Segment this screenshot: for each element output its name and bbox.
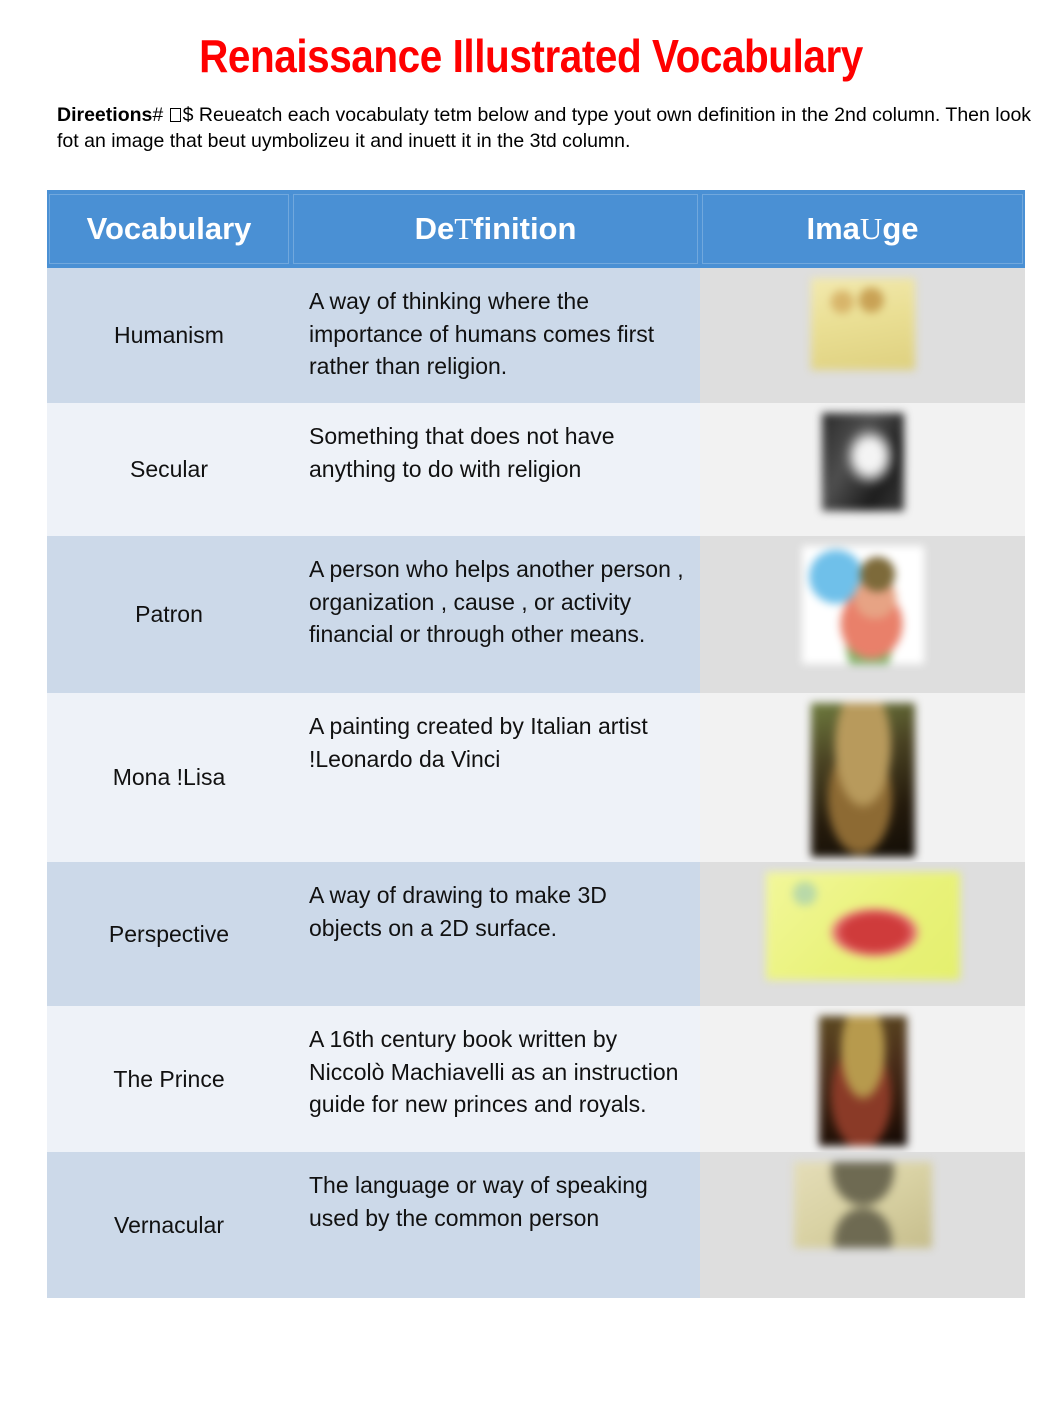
cell-image[interactable] — [700, 536, 1025, 693]
header-definition-serif-glyph: T — [454, 211, 474, 246]
cell-definition[interactable]: A person who helps another person , orga… — [291, 536, 700, 693]
cell-image[interactable] — [700, 1006, 1025, 1152]
header-definition-part-b: finition — [473, 211, 577, 246]
cell-vocabulary: Humanism — [47, 268, 291, 403]
directions-text: $ Reueatch each vocabulaty tetm below an… — [57, 104, 1032, 152]
table-row: Secular Something that does not have any… — [47, 403, 1025, 536]
cell-definition[interactable]: Something that does not have anything to… — [291, 403, 700, 536]
thumbnail-image — [810, 703, 915, 857]
directions-label: Direetions — [57, 104, 153, 126]
column-header-definition: DeTfinition — [291, 190, 700, 268]
directions-paragraph: Direetions# $ Reueatch each vocabulaty t… — [57, 103, 1042, 155]
missing-glyph-box-icon — [169, 108, 181, 122]
table-body: Humanism A way of thinking where the imp… — [47, 268, 1025, 1298]
thumbnail-image — [793, 1162, 932, 1248]
cell-vocabulary: Patron — [47, 536, 291, 693]
header-image-part-a: Ima — [806, 211, 860, 246]
cell-vocabulary: The Prince — [47, 1006, 291, 1152]
table-header: Vocabulary DeTfinition ImaUge — [47, 190, 1025, 268]
cell-vocabulary: Mona !Lisa — [47, 693, 291, 862]
column-header-vocabulary: Vocabulary — [47, 190, 291, 268]
cell-image[interactable] — [700, 403, 1025, 536]
cell-image[interactable] — [700, 862, 1025, 1006]
header-image-serif-glyph: U — [859, 211, 883, 246]
cell-definition[interactable]: The language or way of speaking used by … — [291, 1152, 700, 1298]
page-title: Renaissance Illustrated Vocabulary — [199, 30, 863, 82]
directions-after-label: # — [152, 104, 169, 126]
vocabulary-table-wrapper: Vocabulary DeTfinition ImaUge Humanism A… — [47, 190, 1025, 1298]
table-row: Mona !Lisa A painting created by Italian… — [47, 693, 1025, 862]
thumbnail-image — [765, 872, 960, 980]
thumbnail-image — [821, 413, 904, 511]
cell-definition[interactable]: A painting created by Italian artist !Le… — [291, 693, 700, 862]
cell-image[interactable] — [700, 693, 1025, 862]
header-definition-part-a: De — [414, 211, 455, 246]
table-row: The Prince A 16th century book written b… — [47, 1006, 1025, 1152]
table-row: Perspective A way of drawing to make 3D … — [47, 862, 1025, 1006]
table-row: Humanism A way of thinking where the imp… — [47, 268, 1025, 403]
column-header-image: ImaUge — [700, 190, 1025, 268]
cell-vocabulary: Perspective — [47, 862, 291, 1006]
cell-definition[interactable]: A way of thinking where the importance o… — [291, 268, 700, 403]
vocabulary-table: Vocabulary DeTfinition ImaUge Humanism A… — [47, 190, 1025, 1298]
cell-definition[interactable]: A 16th century book written by Niccolò M… — [291, 1006, 700, 1152]
table-row: Vernacular The language or way of speaki… — [47, 1152, 1025, 1298]
cell-image[interactable] — [700, 268, 1025, 403]
header-row: Vocabulary DeTfinition ImaUge — [47, 190, 1025, 268]
cell-vocabulary: Vernacular — [47, 1152, 291, 1298]
thumbnail-image — [801, 546, 924, 664]
header-vocabulary-part-a: Vocabulary — [86, 211, 252, 246]
header-image-part-b: ge — [882, 211, 919, 246]
cell-vocabulary: Secular — [47, 403, 291, 536]
cell-definition[interactable]: A way of drawing to make 3D objects on a… — [291, 862, 700, 1006]
thumbnail-image — [810, 278, 915, 370]
thumbnail-image — [818, 1016, 907, 1146]
table-row: Patron A person who helps another person… — [47, 536, 1025, 693]
cell-image[interactable] — [700, 1152, 1025, 1298]
